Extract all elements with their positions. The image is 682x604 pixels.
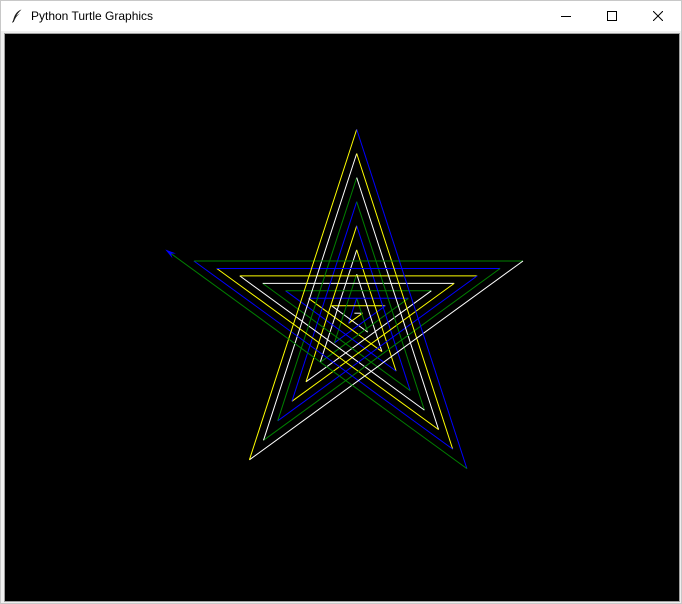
window-title: Python Turtle Graphics <box>31 9 154 23</box>
pen-stroke <box>277 275 478 422</box>
pen-stroke <box>277 177 358 421</box>
minimize-button[interactable] <box>543 1 589 31</box>
pen-stroke <box>334 305 386 344</box>
close-button[interactable] <box>635 1 681 31</box>
pen-stroke <box>170 253 468 470</box>
pen-stroke <box>216 268 439 431</box>
minimize-icon <box>561 16 571 17</box>
pen-stroke <box>305 225 358 382</box>
title-bar[interactable]: Python Turtle Graphics <box>1 1 681 31</box>
window-controls <box>543 1 681 31</box>
pen-stroke <box>305 290 432 383</box>
close-icon <box>653 11 663 21</box>
pen-stroke <box>356 225 411 391</box>
maximize-icon <box>607 11 617 21</box>
pen-stroke <box>356 129 468 469</box>
feather-icon <box>10 8 24 24</box>
turtle-window: Python Turtle Graphics <box>0 0 682 604</box>
turtle-canvas[interactable] <box>4 33 680 602</box>
turtle-cursor-icon <box>165 249 176 259</box>
star-drawing <box>165 129 524 470</box>
maximize-button[interactable] <box>589 1 635 31</box>
pen-stroke <box>291 201 358 402</box>
